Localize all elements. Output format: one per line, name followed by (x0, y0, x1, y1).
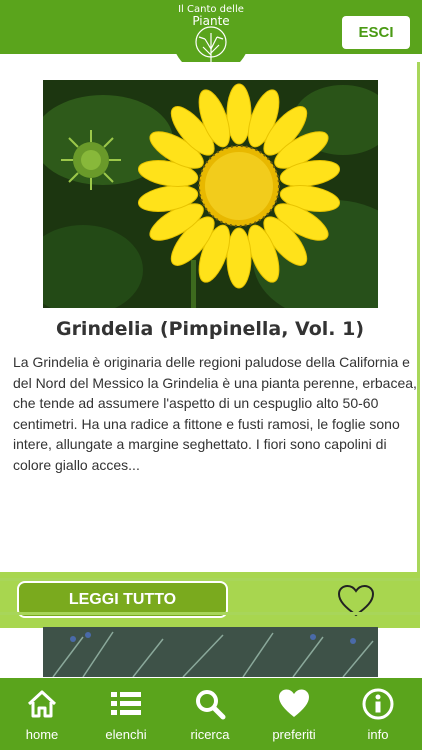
nav-lists[interactable]: elenchi (84, 678, 168, 750)
plant-title: Grindelia (Pimpinella, Vol. 1) (55, 318, 365, 340)
plant-image[interactable] (43, 80, 378, 308)
card-divider (0, 578, 420, 581)
bottom-nav-bar: home elenchi ricerca preferiti info (0, 678, 422, 750)
logout-button[interactable]: ESCI (342, 16, 410, 49)
list-icon (111, 692, 141, 715)
nav-home[interactable]: home (0, 678, 84, 750)
nav-favorites[interactable]: preferiti (252, 678, 336, 750)
nav-search[interactable]: ricerca (168, 678, 252, 750)
nav-favorites-label: preferiti (272, 727, 316, 742)
next-card-divider (0, 612, 420, 615)
home-icon (27, 690, 57, 718)
search-icon (196, 690, 226, 720)
nav-search-label: ricerca (190, 727, 230, 742)
nav-info-label: info (367, 727, 389, 742)
info-icon (362, 688, 394, 720)
nav-info[interactable]: info (336, 678, 420, 750)
next-plant-image[interactable] (43, 627, 378, 677)
nav-lists-label: elenchi (105, 727, 147, 742)
heart-icon (279, 689, 309, 717)
plant-description: La Grindelia è originaria delle regioni … (13, 354, 417, 473)
plant-card: Grindelia (Pimpinella, Vol. 1) La Grinde… (0, 62, 420, 628)
nav-home-label: home (25, 727, 59, 742)
